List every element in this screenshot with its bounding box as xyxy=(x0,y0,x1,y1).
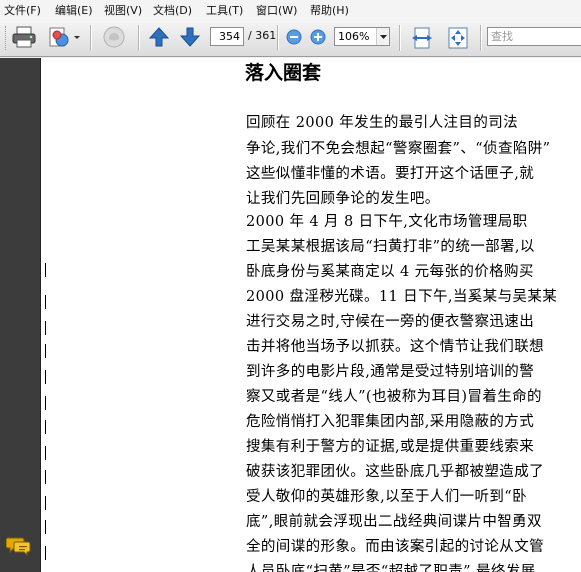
total-pages-label: / 361 xyxy=(248,29,277,42)
text-line: 察又或者是“线人”(也被称为耳目)冒着生命的 xyxy=(246,389,542,405)
next-page-button[interactable] xyxy=(179,26,201,52)
collaborate-icon xyxy=(49,27,80,47)
text-line: 破获该犯罪团伙。这些卧底几乎都被塑造成了 xyxy=(246,464,544,480)
fit-page-icon xyxy=(448,27,468,49)
text-line: 工吴某某根据该局“扫黄打非”的统一部署,以 xyxy=(246,239,535,255)
fit-width-button[interactable] xyxy=(410,26,434,54)
hand-tool-button[interactable] xyxy=(101,25,129,53)
zoom-value: 106% xyxy=(338,30,370,43)
margin-mark xyxy=(45,446,46,460)
margin-mark xyxy=(45,321,46,335)
fit-width-icon xyxy=(412,27,432,49)
text-line: 搜集有利于警方的证据,或是提供重要线索来 xyxy=(246,439,535,455)
margin-mark xyxy=(45,546,46,560)
search-input[interactable]: 查找 xyxy=(487,27,581,46)
plus-circle-icon xyxy=(310,29,326,45)
chevron-down-icon[interactable] xyxy=(376,28,389,45)
fit-page-button[interactable] xyxy=(446,26,470,54)
hand-icon xyxy=(103,26,125,48)
collaborate-button[interactable] xyxy=(47,25,81,53)
text-line: 2000 年 4 月 8 日下午,文化市场管理局职 xyxy=(246,214,528,230)
text-line: 击并将他当场予以抓获。这个情节让我们联想 xyxy=(246,339,544,355)
margin-mark xyxy=(45,470,46,484)
page-number-input[interactable]: 354 xyxy=(210,27,244,46)
print-button[interactable] xyxy=(11,25,37,53)
toolbar-separator xyxy=(277,25,278,51)
menu-view[interactable]: 视图(V) xyxy=(104,2,142,18)
margin-mark xyxy=(45,496,46,510)
text-line: 人员卧底“扫黄”是否“超越了职责”,最终发展 xyxy=(246,564,536,572)
margin-mark xyxy=(45,263,46,277)
printer-icon xyxy=(12,26,36,48)
margin-mark xyxy=(45,295,46,309)
margin-mark xyxy=(45,344,46,358)
toolbar-separator xyxy=(138,25,139,51)
text-line: 到许多的电影片段,通常是受过特别培训的警 xyxy=(246,364,535,380)
menu-document[interactable]: 文档(D) xyxy=(153,2,192,18)
margin-mark xyxy=(45,420,46,434)
margin-mark xyxy=(45,520,46,534)
document-page[interactable]: 落入圈套 回顾在 2000 年发生的最引人注目的司法 争论,我们不免会想起“警察… xyxy=(41,58,581,572)
navigation-pane xyxy=(0,58,41,572)
menu-help[interactable]: 帮助(H) xyxy=(310,2,349,18)
text-line: 2000 盘淫秽光碟。11 日下午,当奚某与吴某某 xyxy=(246,289,558,305)
zoom-in-button[interactable] xyxy=(310,29,326,49)
previous-page-button[interactable] xyxy=(148,26,170,52)
margin-mark xyxy=(45,396,46,410)
zoom-select[interactable]: 106% xyxy=(334,27,390,46)
toolbar-separator xyxy=(90,25,91,51)
toolbar-separator xyxy=(480,25,481,51)
text-line: 回顾在 2000 年发生的最引人注目的司法 xyxy=(246,115,519,131)
arrow-up-icon xyxy=(148,27,170,47)
text-line: 进行交易之时,守候在一旁的便衣警察迅速出 xyxy=(246,314,535,330)
menu-window[interactable]: 窗口(W) xyxy=(256,2,297,18)
arrow-down-icon xyxy=(179,27,201,47)
minus-circle-icon xyxy=(286,29,302,45)
text-line: 全的间谍的形象。而由该案引起的讨论从文管 xyxy=(246,539,544,555)
text-line: 卧底身份与奚某商定以 4 元每张的价格购买 xyxy=(246,264,534,280)
text-line: 受人敬仰的英雄形象,以至于人们一听到“卧 xyxy=(246,489,528,505)
menu-file[interactable]: 文件(F) xyxy=(4,2,41,18)
text-line: 底”,眼前就会浮现出二战经典间谍片中智勇双 xyxy=(246,514,542,530)
toolbar-grip[interactable] xyxy=(5,26,7,50)
margin-mark xyxy=(45,370,46,384)
section-heading: 落入圈套 xyxy=(245,62,322,84)
text-line: 让我们先回顾争论的发生吧。 xyxy=(246,191,440,207)
menu-tools[interactable]: 工具(T) xyxy=(206,2,243,18)
text-line: 危险悄悄打入犯罪集团内部,采用隐蔽的方式 xyxy=(246,414,535,430)
text-line: 这些似懂非懂的术语。要打开这个话匣子,就 xyxy=(246,166,535,182)
text-line: 争论,我们不免会想起“警察圈套”、“侦查陷阱” xyxy=(246,141,551,157)
comments-icon xyxy=(5,537,31,557)
comments-button[interactable] xyxy=(5,536,32,560)
zoom-out-button[interactable] xyxy=(286,29,302,49)
menu-bar: 文件(F) 编辑(E) 视图(V) 文档(D) 工具(T) 窗口(W) 帮助(H… xyxy=(0,0,581,17)
menu-edit[interactable]: 编辑(E) xyxy=(55,2,93,18)
toolbar-separator xyxy=(399,25,400,51)
toolbar: 354 / 361 106% 查找 xyxy=(0,17,581,57)
